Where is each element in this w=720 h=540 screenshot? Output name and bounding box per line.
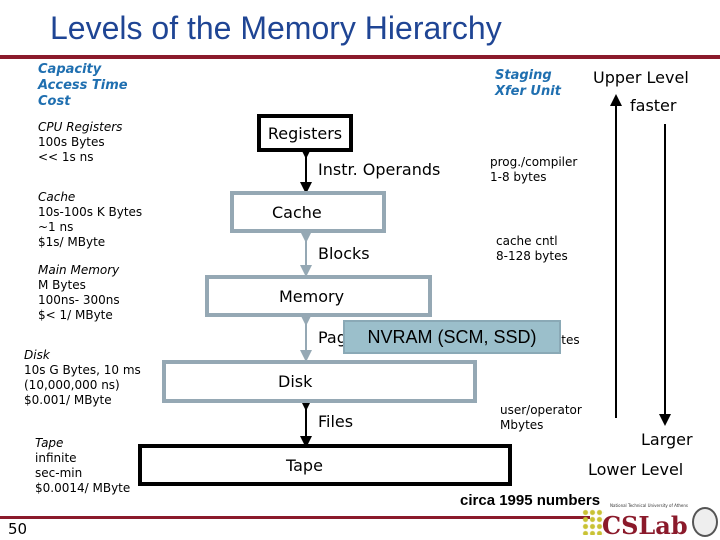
faster-label: faster xyxy=(630,96,677,115)
box-label: Cache xyxy=(272,202,322,222)
logo-subtitle: National Technical University of Athens xyxy=(610,503,689,508)
university-seal-icon xyxy=(692,507,718,537)
staging-agent: cache cntl xyxy=(496,234,558,248)
transfer-unit-instr-operands: Instr. Operands xyxy=(318,160,441,179)
box-label: Memory xyxy=(279,286,345,306)
staging-agent: prog./compiler xyxy=(490,155,578,169)
box-registers: Registers xyxy=(257,114,353,152)
box-disk: Disk xyxy=(162,360,477,403)
box-tape: Tape xyxy=(138,444,512,486)
box-label: Registers xyxy=(267,123,343,143)
lower-level-label: Lower Level xyxy=(588,460,684,479)
staging-size: Mbytes xyxy=(500,418,544,432)
box-cache: Cache xyxy=(230,191,386,233)
cslab-logo: National Technical University of Athens … xyxy=(580,503,720,540)
nvram-overlay-box: NVRAM (SCM, SSD) xyxy=(343,320,561,354)
staging-size: 1-8 bytes xyxy=(490,170,547,184)
staging-size: 8-128 bytes xyxy=(496,249,568,263)
staging-user-operator: user/operator Mbytes xyxy=(500,403,582,433)
bottom-rule xyxy=(0,516,590,519)
logo-text: CSLab xyxy=(602,511,688,540)
staging-prog-compiler: prog./compiler 1-8 bytes xyxy=(490,155,577,185)
box-memory: Memory xyxy=(205,275,432,317)
larger-label: Larger xyxy=(641,430,693,449)
box-label: Disk xyxy=(278,372,313,391)
box-label: Tape xyxy=(286,455,323,475)
transfer-unit-blocks: Blocks xyxy=(318,244,370,263)
page-number: 50 xyxy=(8,520,28,538)
logo-dots-icon xyxy=(582,509,604,535)
transfer-unit-files: Files xyxy=(318,412,354,431)
staging-cache-cntl: cache cntl 8-128 bytes xyxy=(496,234,568,264)
upper-level-label: Upper Level xyxy=(593,68,689,87)
staging-agent: user/operator xyxy=(500,403,582,417)
